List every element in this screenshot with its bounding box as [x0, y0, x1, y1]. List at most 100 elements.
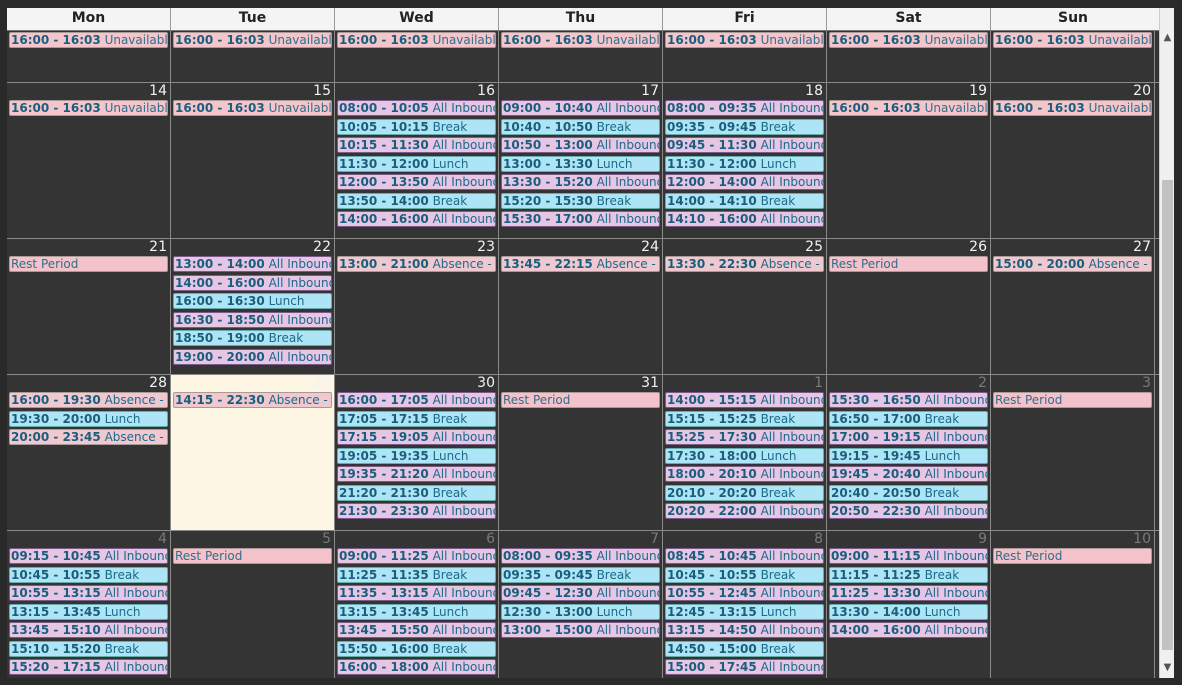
inbound-event[interactable]: 19:00 - 20:00 All Inbound Ca [173, 348, 332, 365]
inbound-event[interactable]: 09:00 - 11:25 All Inbound Cal [337, 548, 496, 564]
inbound-event[interactable]: 15:30 - 17:00 All Inbound Ca [501, 211, 660, 227]
rest-event[interactable]: Rest Period [173, 548, 332, 564]
absence-event[interactable]: 15:00 - 20:00 Absence - On t [993, 256, 1152, 272]
unav-event[interactable]: 16:00 - 16:03 Unavailable Pe [993, 100, 1152, 116]
scroll-down-icon[interactable]: ▼ [1160, 660, 1174, 676]
inbound-event[interactable]: 08:45 - 10:45 All Inbound Ca [665, 548, 824, 564]
day-cell[interactable]: 2313:00 - 21:00 Absence - On t [335, 239, 499, 374]
break-event[interactable]: 10:40 - 10:50 Break [501, 118, 660, 135]
inbound-event[interactable]: 18:00 - 20:10 All Inbound Ca [665, 466, 824, 482]
unav-event[interactable]: 16:00 - 16:03 Unavailable Pe [665, 32, 824, 48]
lunch-event[interactable]: 12:45 - 13:15 Lunch [665, 603, 824, 620]
inbound-event[interactable]: 20:50 - 22:30 All Inbound Ca [829, 503, 988, 519]
unav-event[interactable]: 16:00 - 16:03 Unavailable Pe [829, 100, 988, 116]
day-cell[interactable]: 31 Rest Period [499, 375, 663, 530]
lunch-event[interactable]: 11:30 - 12:00 Lunch [665, 155, 824, 172]
unav-event[interactable]: 16:00 - 16:03 Unavailable Pe [173, 32, 332, 48]
day-cell[interactable]: 2513:30 - 22:30 Absence - On t [663, 239, 827, 374]
inbound-event[interactable]: 10:50 - 13:00 All Inbound Ca [501, 137, 660, 153]
day-cell[interactable]: 2816:00 - 19:30 Absence - On t19:30 - 20… [7, 375, 171, 530]
inbound-event[interactable]: 13:45 - 15:50 All Inbound Ca [337, 622, 496, 638]
lunch-event[interactable]: 13:30 - 14:00 Lunch [829, 603, 988, 620]
day-cell[interactable]: 1316:00 - 16:03 Unavailable Pe [991, 31, 1155, 82]
break-event[interactable]: 15:10 - 15:20 Break [9, 640, 168, 657]
inbound-event[interactable]: 13:00 - 14:00 All Inbound Ca [173, 256, 332, 272]
lunch-event[interactable]: 12:30 - 13:00 Lunch [501, 603, 660, 620]
break-event[interactable]: 14:00 - 14:10 Break [665, 192, 824, 209]
inbound-event[interactable]: 21:30 - 23:30 All Inbound Ca [337, 503, 496, 519]
inbound-event[interactable]: 08:00 - 09:35 All Inbound Ca [501, 548, 660, 564]
inbound-event[interactable]: 10:55 - 12:45 All Inbound Ca [665, 585, 824, 601]
inbound-event[interactable]: 10:55 - 13:15 All Inbound Ca [9, 585, 168, 601]
day-cell[interactable]: 1916:00 - 16:03 Unavailable Pe [827, 83, 991, 238]
inbound-event[interactable]: 16:00 - 18:00 All Inbound Ca [337, 659, 496, 675]
unav-event[interactable]: 16:00 - 16:03 Unavailable Pe [501, 32, 660, 48]
unav-event[interactable]: 16:00 - 16:03 Unavailable Pe [173, 100, 332, 116]
inbound-event[interactable]: 12:00 - 13:50 All Inbound Ca [337, 174, 496, 190]
break-event[interactable]: 11:25 - 11:35 Break [337, 566, 496, 583]
day-cell[interactable]: 1709:00 - 10:40 All Inbound Ca10:40 - 10… [499, 83, 663, 238]
break-event[interactable]: 10:45 - 10:55 Break [9, 566, 168, 583]
rest-event[interactable]: Rest Period [829, 256, 988, 272]
inbound-event[interactable]: 15:30 - 16:50 All Inbound Ca [829, 392, 988, 408]
absence-event[interactable]: 13:00 - 21:00 Absence - On t [337, 256, 496, 272]
inbound-event[interactable]: 20:20 - 22:00 All Inbound Ca [665, 503, 824, 519]
day-cell[interactable]: 1608:00 - 10:05 All Inbound Ca10:05 - 10… [335, 83, 499, 238]
inbound-event[interactable]: 13:15 - 14:50 All Inbound Ca [665, 622, 824, 638]
vertical-scrollbar[interactable]: ▲ ▼ [1159, 8, 1174, 678]
break-event[interactable]: 18:50 - 19:00 Break [173, 330, 332, 346]
rest-event[interactable]: Rest Period [993, 548, 1152, 564]
inbound-event[interactable]: 14:00 - 15:15 All Inbound Ca [665, 392, 824, 408]
lunch-event[interactable]: 11:30 - 12:00 Lunch [337, 155, 496, 172]
inbound-event[interactable]: 15:20 - 17:15 All Inbound Ca [9, 659, 168, 675]
lunch-event[interactable]: 17:30 - 18:00 Lunch [665, 447, 824, 464]
inbound-event[interactable]: 17:15 - 19:05 All Inbound Ca [337, 429, 496, 445]
lunch-event[interactable]: 13:00 - 13:30 Lunch [501, 155, 660, 172]
day-cell[interactable]: 26 Rest Period [827, 239, 991, 374]
inbound-event[interactable]: 14:00 - 16:00 All Inbound Ca [173, 274, 332, 291]
inbound-event[interactable]: 08:00 - 10:05 All Inbound Ca [337, 100, 496, 116]
break-event[interactable]: 20:10 - 20:20 Break [665, 484, 824, 501]
lunch-event[interactable]: 19:15 - 19:45 Lunch [829, 447, 988, 464]
day-cell[interactable]: 215:30 - 16:50 All Inbound Ca16:50 - 17:… [827, 375, 991, 530]
day-cell[interactable]: 808:45 - 10:45 All Inbound Ca10:45 - 10:… [663, 531, 827, 678]
inbound-event[interactable]: 19:35 - 21:20 All Inbound Ca [337, 466, 496, 482]
day-cell[interactable]: 909:00 - 11:15 All Inbound Ca11:15 - 11:… [827, 531, 991, 678]
lunch-event[interactable]: 13:15 - 13:45 Lunch [9, 603, 168, 620]
break-event[interactable]: 14:50 - 15:00 Break [665, 640, 824, 657]
scroll-thumb[interactable] [1162, 180, 1173, 650]
break-event[interactable]: 10:45 - 10:55 Break [665, 566, 824, 583]
inbound-event[interactable]: 09:00 - 11:15 All Inbound Ca [829, 548, 988, 564]
inbound-event[interactable]: 09:00 - 10:40 All Inbound Ca [501, 100, 660, 116]
day-cell[interactable]: 2016:00 - 16:03 Unavailable Pe [991, 83, 1155, 238]
day-cell[interactable]: 1416:00 - 16:03 Unavailable Pe [7, 83, 171, 238]
day-cell[interactable]: 409:15 - 10:45 All Inbound Ca10:45 - 10:… [7, 531, 171, 678]
day-cell[interactable]: 2914:15 - 22:30 Absence - On t [171, 375, 335, 530]
day-cell[interactable]: 114:00 - 15:15 All Inbound Ca15:15 - 15:… [663, 375, 827, 530]
break-event[interactable]: 16:50 - 17:00 Break [829, 410, 988, 427]
unav-event[interactable]: 16:00 - 16:03 Unavailable Pe [829, 32, 988, 48]
day-cell[interactable]: 2715:00 - 20:00 Absence - On t [991, 239, 1155, 374]
day-cell[interactable]: 916:00 - 16:03 Unavailable Pe [335, 31, 499, 82]
day-cell[interactable]: 708:00 - 09:35 All Inbound Ca09:35 - 09:… [499, 531, 663, 678]
break-event[interactable]: 13:50 - 14:00 Break [337, 192, 496, 209]
inbound-event[interactable]: 14:00 - 16:00 All Inbound Ca [829, 622, 988, 638]
inbound-event[interactable]: 13:30 - 15:20 All Inbound Ca [501, 174, 660, 190]
unav-event[interactable]: 16:00 - 16:03 Unavailable Pe [9, 100, 168, 116]
inbound-event[interactable]: 09:15 - 10:45 All Inbound Ca [9, 548, 168, 564]
unav-event[interactable]: 16:00 - 16:03 Unavailable Pe [337, 32, 496, 48]
break-event[interactable]: 15:50 - 16:00 Break [337, 640, 496, 657]
day-cell[interactable]: 1808:00 - 09:35 All Inbound Ca09:35 - 09… [663, 83, 827, 238]
day-cell[interactable]: 1016:00 - 16:03 Unavailable Pe [499, 31, 663, 82]
break-event[interactable]: 15:15 - 15:25 Break [665, 410, 824, 427]
day-cell[interactable]: 2213:00 - 14:00 All Inbound Ca14:00 - 16… [171, 239, 335, 374]
lunch-event[interactable]: 19:05 - 19:35 Lunch [337, 447, 496, 464]
inbound-event[interactable]: 16:00 - 17:05 All Inbound Ca [337, 392, 496, 408]
absence-event[interactable]: 16:00 - 19:30 Absence - On t [9, 392, 168, 408]
day-cell[interactable]: 716:00 - 16:03 Unavailable Pe [7, 31, 171, 82]
day-cell[interactable]: 609:00 - 11:25 All Inbound Cal11:25 - 11… [335, 531, 499, 678]
break-event[interactable]: 09:35 - 09:45 Break [501, 566, 660, 583]
day-cell[interactable]: 21 Rest Period [7, 239, 171, 374]
lunch-event[interactable]: 13:15 - 13:45 Lunch [337, 603, 496, 620]
day-cell[interactable]: 3 Rest Period [991, 375, 1155, 530]
